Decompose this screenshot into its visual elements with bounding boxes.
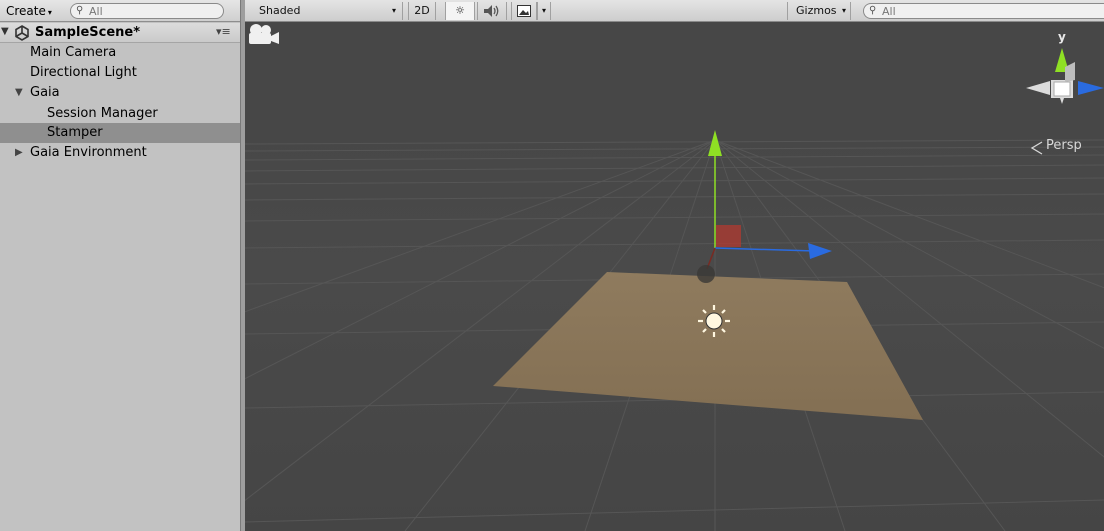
- scene-search-input[interactable]: [882, 4, 1082, 18]
- hierarchy-item-gaia[interactable]: ▼ Gaia: [0, 83, 240, 103]
- item-label: Gaia Environment: [30, 145, 147, 160]
- hierarchy-search[interactable]: ⚲: [70, 3, 224, 19]
- axis-y-label: y: [1058, 30, 1066, 44]
- hierarchy-menu-icon[interactable]: ▾≡: [216, 25, 231, 38]
- hierarchy-item-stamper[interactable]: Stamper: [0, 123, 240, 143]
- sun-lighting-icon: ☼: [455, 4, 465, 17]
- collapsed-arrow-icon[interactable]: ▶: [15, 143, 23, 163]
- lighting-toggle-button[interactable]: ☼: [445, 2, 475, 20]
- search-icon: ⚲: [869, 5, 877, 16]
- hierarchy-item-directional-light[interactable]: Directional Light: [0, 63, 240, 83]
- draw-mode-label: Shaded: [259, 4, 301, 17]
- gizmos-label: Gizmos: [796, 4, 837, 17]
- dropdown-arrow-icon: ▾: [391, 6, 396, 15]
- item-label: Gaia: [30, 85, 60, 100]
- item-label: Main Camera: [30, 45, 117, 60]
- effects-image-icon: [517, 5, 531, 17]
- hierarchy-panel: Create▾ ⚲ ▼ SampleScene* ▾≡ Main Camera …: [0, 0, 240, 531]
- hierarchy-item-main-camera[interactable]: Main Camera: [0, 43, 240, 63]
- scene-name: SampleScene*: [35, 25, 141, 40]
- scene-search[interactable]: ⚲: [863, 3, 1104, 19]
- gizmos-dropdown[interactable]: Gizmos ▾: [787, 2, 851, 20]
- scene-toolbar: Shaded ▾ 2D ☼ ▾ Gizmos ▾ ⚲: [245, 0, 1104, 22]
- expand-arrow-icon[interactable]: ▼: [15, 83, 23, 103]
- scene-camera-icon[interactable]: [245, 22, 281, 48]
- scene-header-row[interactable]: ▼ SampleScene* ▾≡: [0, 23, 240, 43]
- create-dropdown[interactable]: Create ▾: [0, 2, 58, 20]
- projection-toggle[interactable]: Persp: [1046, 138, 1082, 153]
- unity-logo-icon: [15, 25, 29, 41]
- create-label: Create: [6, 4, 46, 18]
- dropdown-arrow-icon: ▾: [841, 6, 846, 15]
- hierarchy-item-gaia-environment[interactable]: ▶ Gaia Environment: [0, 143, 240, 163]
- hierarchy-toolbar: Create ▾ ⚲: [0, 0, 240, 22]
- audio-icon: [484, 5, 499, 17]
- item-label: Stamper: [47, 125, 103, 140]
- fold-arrow-icon[interactable]: ▼: [1, 26, 9, 37]
- hierarchy-search-input[interactable]: [89, 4, 217, 18]
- audio-toggle-button[interactable]: [477, 2, 507, 20]
- scene-canvas[interactable]: [245, 22, 1104, 531]
- hierarchy-item-session-manager[interactable]: Session Manager: [0, 104, 240, 124]
- search-icon: ⚲: [76, 5, 84, 16]
- effects-dropdown-button[interactable]: ▾: [537, 2, 551, 20]
- dropdown-arrow-icon: ▾: [541, 6, 546, 15]
- draw-mode-dropdown[interactable]: Shaded ▾: [249, 2, 403, 20]
- dropdown-arrow-icon: ▾: [47, 8, 52, 17]
- item-label: Session Manager: [47, 106, 158, 121]
- effects-toggle-button[interactable]: [511, 2, 537, 20]
- item-label: Directional Light: [30, 65, 137, 80]
- scene-viewport[interactable]: y Persp: [245, 22, 1104, 531]
- toggle-2d-button[interactable]: 2D: [408, 2, 436, 20]
